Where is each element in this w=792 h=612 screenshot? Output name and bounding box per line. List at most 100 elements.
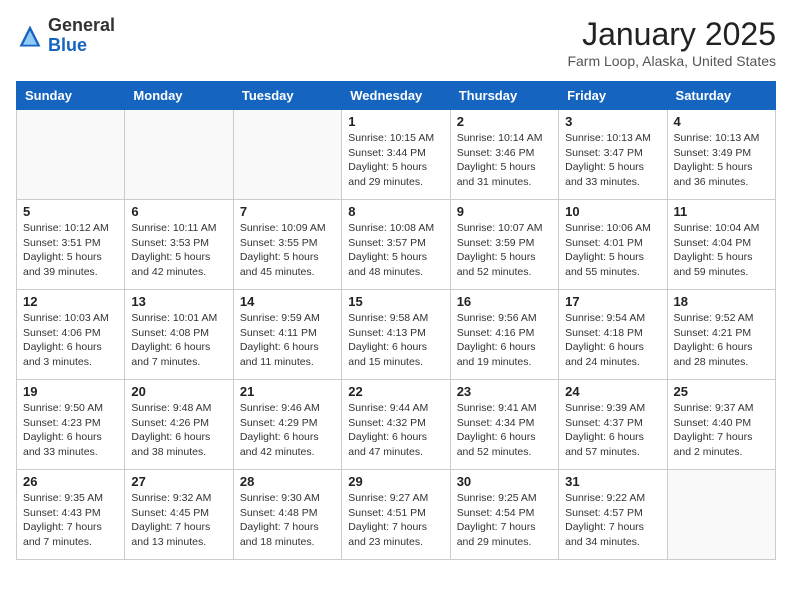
day-info: Sunrise: 9:35 AM Sunset: 4:43 PM Dayligh… — [23, 491, 118, 550]
day-number: 12 — [23, 294, 118, 309]
day-info: Sunrise: 9:54 AM Sunset: 4:18 PM Dayligh… — [565, 311, 660, 370]
day-info: Sunrise: 9:25 AM Sunset: 4:54 PM Dayligh… — [457, 491, 552, 550]
day-info: Sunrise: 9:48 AM Sunset: 4:26 PM Dayligh… — [131, 401, 226, 460]
day-info: Sunrise: 9:58 AM Sunset: 4:13 PM Dayligh… — [348, 311, 443, 370]
day-info: Sunrise: 10:08 AM Sunset: 3:57 PM Daylig… — [348, 221, 443, 280]
day-number: 7 — [240, 204, 335, 219]
day-info: Sunrise: 9:22 AM Sunset: 4:57 PM Dayligh… — [565, 491, 660, 550]
day-info: Sunrise: 10:03 AM Sunset: 4:06 PM Daylig… — [23, 311, 118, 370]
day-info: Sunrise: 9:41 AM Sunset: 4:34 PM Dayligh… — [457, 401, 552, 460]
calendar-cell: 20 Sunrise: 9:48 AM Sunset: 4:26 PM Dayli… — [125, 380, 233, 470]
week-row-4: 19 Sunrise: 9:50 AM Sunset: 4:23 PM Dayli… — [17, 380, 776, 470]
calendar-cell: 12 Sunrise: 10:03 AM Sunset: 4:06 PM Dayl… — [17, 290, 125, 380]
calendar-cell: 8Sunrise: 10:08 AM Sunset: 3:57 PM Dayli… — [342, 200, 450, 290]
day-number: 2 — [457, 114, 552, 129]
day-info: Sunrise: 10:15 AM Sunset: 3:44 PM Daylig… — [348, 131, 443, 190]
day-number: 22 — [348, 384, 443, 399]
day-info: Sunrise: 10:12 AM Sunset: 3:51 PM Daylig… — [23, 221, 118, 280]
logo-icon — [16, 22, 44, 50]
calendar-cell: 11 Sunrise: 10:04 AM Sunset: 4:04 PM Dayl… — [667, 200, 775, 290]
calendar-cell: 13Sunrise: 10:01 AM Sunset: 4:08 PM Dayl… — [125, 290, 233, 380]
day-number: 21 — [240, 384, 335, 399]
week-row-1: 1 Sunrise: 10:15 AM Sunset: 3:44 PM Dayli… — [17, 110, 776, 200]
calendar-subtitle: Farm Loop, Alaska, United States — [567, 53, 776, 69]
day-info: Sunrise: 9:44 AM Sunset: 4:32 PM Dayligh… — [348, 401, 443, 460]
day-number: 4 — [674, 114, 769, 129]
calendar-cell: 24Sunrise: 9:39 AM Sunset: 4:37 PM Dayli… — [559, 380, 667, 470]
day-number: 10 — [565, 204, 660, 219]
calendar-cell: 29 Sunrise: 9:27 AM Sunset: 4:51 PM Dayli… — [342, 470, 450, 560]
calendar-cell: 10 Sunrise: 10:06 AM Sunset: 4:01 PM Dayl… — [559, 200, 667, 290]
day-number: 9 — [457, 204, 552, 219]
day-number: 3 — [565, 114, 660, 129]
calendar-cell: 15 Sunrise: 9:58 AM Sunset: 4:13 PM Dayli… — [342, 290, 450, 380]
day-info: Sunrise: 10:13 AM Sunset: 3:49 PM Daylig… — [674, 131, 769, 190]
day-info: Sunrise: 9:50 AM Sunset: 4:23 PM Dayligh… — [23, 401, 118, 460]
day-info: Sunrise: 9:37 AM Sunset: 4:40 PM Dayligh… — [674, 401, 769, 460]
calendar-cell: 9 Sunrise: 10:07 AM Sunset: 3:59 PM Dayli… — [450, 200, 558, 290]
weekday-header-thursday: Thursday — [450, 82, 558, 110]
calendar-cell: 14 Sunrise: 9:59 AM Sunset: 4:11 PM Dayli… — [233, 290, 341, 380]
day-info: Sunrise: 9:46 AM Sunset: 4:29 PM Dayligh… — [240, 401, 335, 460]
day-number: 1 — [348, 114, 443, 129]
calendar-cell — [125, 110, 233, 200]
day-number: 17 — [565, 294, 660, 309]
day-info: Sunrise: 9:56 AM Sunset: 4:16 PM Dayligh… — [457, 311, 552, 370]
calendar-cell: 3 Sunrise: 10:13 AM Sunset: 3:47 PM Dayli… — [559, 110, 667, 200]
calendar-cell: 17 Sunrise: 9:54 AM Sunset: 4:18 PM Dayli… — [559, 290, 667, 380]
calendar-cell: 23 Sunrise: 9:41 AM Sunset: 4:34 PM Dayli… — [450, 380, 558, 470]
calendar-cell: 21 Sunrise: 9:46 AM Sunset: 4:29 PM Dayli… — [233, 380, 341, 470]
logo-general-text: General — [48, 15, 115, 35]
week-row-5: 26 Sunrise: 9:35 AM Sunset: 4:43 PM Dayli… — [17, 470, 776, 560]
day-number: 30 — [457, 474, 552, 489]
weekday-header-friday: Friday — [559, 82, 667, 110]
calendar-cell: 31 Sunrise: 9:22 AM Sunset: 4:57 PM Dayli… — [559, 470, 667, 560]
calendar-cell: 26 Sunrise: 9:35 AM Sunset: 4:43 PM Dayli… — [17, 470, 125, 560]
calendar-cell — [233, 110, 341, 200]
day-number: 23 — [457, 384, 552, 399]
day-number: 14 — [240, 294, 335, 309]
calendar-table: SundayMondayTuesdayWednesdayThursdayFrid… — [16, 81, 776, 560]
weekday-header-saturday: Saturday — [667, 82, 775, 110]
day-info: Sunrise: 10:11 AM Sunset: 3:53 PM Daylig… — [131, 221, 226, 280]
day-number: 11 — [674, 204, 769, 219]
day-info: Sunrise: 10:04 AM Sunset: 4:04 PM Daylig… — [674, 221, 769, 280]
calendar-cell — [667, 470, 775, 560]
day-number: 15 — [348, 294, 443, 309]
calendar-cell: 6 Sunrise: 10:11 AM Sunset: 3:53 PM Dayli… — [125, 200, 233, 290]
day-number: 18 — [674, 294, 769, 309]
day-info: Sunrise: 9:27 AM Sunset: 4:51 PM Dayligh… — [348, 491, 443, 550]
day-number: 26 — [23, 474, 118, 489]
week-row-2: 5Sunrise: 10:12 AM Sunset: 3:51 PM Dayli… — [17, 200, 776, 290]
calendar-cell: 25Sunrise: 9:37 AM Sunset: 4:40 PM Dayli… — [667, 380, 775, 470]
day-info: Sunrise: 10:13 AM Sunset: 3:47 PM Daylig… — [565, 131, 660, 190]
day-info: Sunrise: 9:59 AM Sunset: 4:11 PM Dayligh… — [240, 311, 335, 370]
calendar-cell: 27 Sunrise: 9:32 AM Sunset: 4:45 PM Dayli… — [125, 470, 233, 560]
day-info: Sunrise: 10:07 AM Sunset: 3:59 PM Daylig… — [457, 221, 552, 280]
title-block: January 2025 Farm Loop, Alaska, United S… — [567, 16, 776, 69]
weekday-header-row: SundayMondayTuesdayWednesdayThursdayFrid… — [17, 82, 776, 110]
calendar-cell: 16Sunrise: 9:56 AM Sunset: 4:16 PM Dayli… — [450, 290, 558, 380]
calendar-cell: 7 Sunrise: 10:09 AM Sunset: 3:55 PM Dayli… — [233, 200, 341, 290]
day-number: 13 — [131, 294, 226, 309]
day-info: Sunrise: 10:09 AM Sunset: 3:55 PM Daylig… — [240, 221, 335, 280]
day-number: 6 — [131, 204, 226, 219]
weekday-header-sunday: Sunday — [17, 82, 125, 110]
day-number: 24 — [565, 384, 660, 399]
day-number: 31 — [565, 474, 660, 489]
calendar-cell: 1 Sunrise: 10:15 AM Sunset: 3:44 PM Dayli… — [342, 110, 450, 200]
calendar-cell: 19 Sunrise: 9:50 AM Sunset: 4:23 PM Dayli… — [17, 380, 125, 470]
calendar-cell: 2 Sunrise: 10:14 AM Sunset: 3:46 PM Dayli… — [450, 110, 558, 200]
logo: General Blue — [16, 16, 115, 56]
day-number: 28 — [240, 474, 335, 489]
day-number: 20 — [131, 384, 226, 399]
day-number: 27 — [131, 474, 226, 489]
calendar-cell: 22 Sunrise: 9:44 AM Sunset: 4:32 PM Dayli… — [342, 380, 450, 470]
day-number: 29 — [348, 474, 443, 489]
calendar-cell: 4 Sunrise: 10:13 AM Sunset: 3:49 PM Dayli… — [667, 110, 775, 200]
day-info: Sunrise: 10:06 AM Sunset: 4:01 PM Daylig… — [565, 221, 660, 280]
day-number: 19 — [23, 384, 118, 399]
day-info: Sunrise: 9:32 AM Sunset: 4:45 PM Dayligh… — [131, 491, 226, 550]
calendar-cell: 18Sunrise: 9:52 AM Sunset: 4:21 PM Dayli… — [667, 290, 775, 380]
day-info: Sunrise: 10:14 AM Sunset: 3:46 PM Daylig… — [457, 131, 552, 190]
